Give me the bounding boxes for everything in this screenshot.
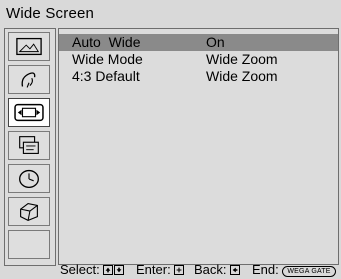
back-hint: Back: [194, 262, 241, 278]
wide-screen-icon [14, 103, 44, 122]
end-hint-label: End: [252, 262, 279, 277]
enter-key-icon [174, 265, 185, 275]
sound-icon [21, 72, 36, 88]
sidebar-item-setup[interactable] [8, 197, 50, 226]
left-arrow-key-icon [230, 265, 241, 275]
menu-row-auto-wide[interactable]: Auto Wide On [59, 34, 338, 51]
enter-hint: Enter: [136, 262, 185, 278]
setup-icon [20, 202, 38, 221]
menu-row-label: Wide Mode [72, 51, 143, 67]
sidebar-item-sound[interactable] [8, 65, 50, 94]
wega-gate-button-icon: WEGA GATE [282, 266, 336, 277]
select-hint-label: Select: [60, 262, 100, 277]
timer-icon [19, 169, 39, 188]
down-arrow-key-icon [114, 265, 125, 275]
enter-hint-label: Enter: [136, 262, 171, 277]
sidebar-item-timer[interactable] [8, 164, 50, 193]
channel-icon [19, 136, 39, 154]
page-title: Wide Screen [6, 5, 95, 22]
menu-row-value: Wide Zoom [206, 51, 278, 67]
menu-row-value: Wide Zoom [206, 68, 278, 84]
back-hint-label: Back: [194, 262, 227, 277]
sidebar-item-picture[interactable] [8, 32, 50, 61]
footer-hint-bar: Select: Enter: Back: End: WEGA GATE [0, 262, 341, 279]
menu-content-panel: Auto Wide On Wide Mode Wide Zoom 4:3 Def… [58, 28, 339, 265]
menu-row-4-3-default[interactable]: 4:3 Default Wide Zoom [59, 68, 338, 85]
up-arrow-key-icon [103, 265, 114, 275]
end-hint: End: WEGA GATE [252, 262, 336, 278]
wide-screen-menu-window: Wide Screen Auto Wide On Wide Mode Wide … [0, 0, 341, 279]
menu-row-label: Auto Wide [72, 34, 141, 50]
menu-row-label: 4:3 Default [72, 68, 140, 84]
select-hint: Select: [60, 262, 125, 278]
menu-row-value: On [206, 34, 225, 50]
menu-row-wide-mode[interactable]: Wide Mode Wide Zoom [59, 51, 338, 68]
sidebar-item-wide-screen[interactable] [8, 98, 50, 127]
picture-icon [16, 37, 42, 56]
sidebar-item-channel[interactable] [8, 131, 50, 160]
sidebar-item-empty [8, 230, 50, 259]
menu-sidebar [4, 28, 56, 266]
